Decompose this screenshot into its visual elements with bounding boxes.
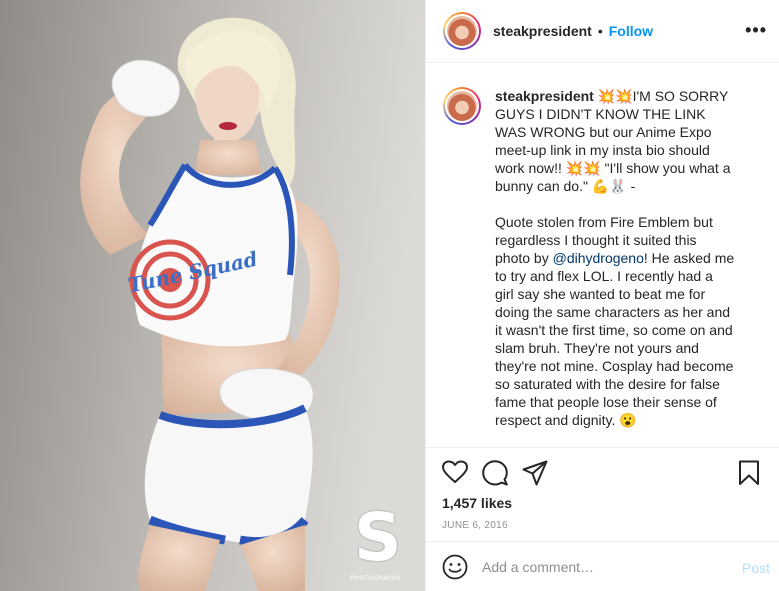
comment-icon[interactable] — [482, 460, 508, 486]
share-icon[interactable] — [522, 460, 548, 486]
photographer-watermark: S PHOTOGRAPHY — [350, 505, 410, 585]
post-header: steakpresident • Follow ••• — [426, 0, 779, 63]
caption-section: steakpresident 💥💥I'M SO SORRY GUYS I DID… — [426, 63, 779, 447]
header-separator: • — [597, 23, 603, 39]
caption-avatar-image — [447, 91, 477, 121]
caption-text: steakpresident 💥💥I'M SO SORRY GUYS I DID… — [495, 87, 735, 447]
like-count[interactable]: 1,457 likes — [442, 495, 512, 511]
caption-mention-link[interactable]: @dihydrogeno — [553, 250, 644, 266]
caption-paragraph-2: Quote stolen from Fire Emblem but regard… — [495, 213, 735, 429]
follow-button[interactable]: Follow — [609, 23, 653, 39]
comment-bar: Post — [426, 541, 779, 591]
post-comment-button[interactable]: Post — [742, 560, 770, 576]
comment-input[interactable] — [482, 558, 712, 575]
caption-avatar[interactable] — [443, 87, 481, 125]
heart-icon[interactable] — [442, 460, 468, 484]
emoji-icon[interactable] — [442, 554, 468, 580]
post-actions: 1,457 likes JUNE 6, 2016 — [426, 447, 779, 541]
header-username[interactable]: steakpresident — [493, 23, 592, 39]
post-photo[interactable]: Tune Squad S PHOTOGRAPHY — [0, 0, 425, 591]
bookmark-icon[interactable] — [738, 460, 760, 486]
avatar[interactable] — [443, 12, 481, 50]
avatar-image — [447, 16, 477, 46]
action-icons-row — [442, 460, 764, 486]
more-options-icon[interactable]: ••• — [745, 20, 767, 41]
post-details-panel: steakpresident • Follow ••• steakpreside… — [425, 0, 779, 591]
caption-username[interactable]: steakpresident — [495, 88, 594, 104]
instagram-post-modal: Tune Squad S PHOTOGRAPHY steakpresident … — [0, 0, 779, 591]
watermark-label: PHOTOGRAPHY — [350, 575, 402, 582]
caption-paragraph-2-after: ! He asked me to try and flex LOL. I rec… — [495, 250, 739, 428]
watermark-logo: S — [354, 499, 402, 576]
caption-paragraph-1: steakpresident 💥💥I'M SO SORRY GUYS I DID… — [495, 87, 735, 195]
post-date[interactable]: JUNE 6, 2016 — [442, 520, 508, 531]
